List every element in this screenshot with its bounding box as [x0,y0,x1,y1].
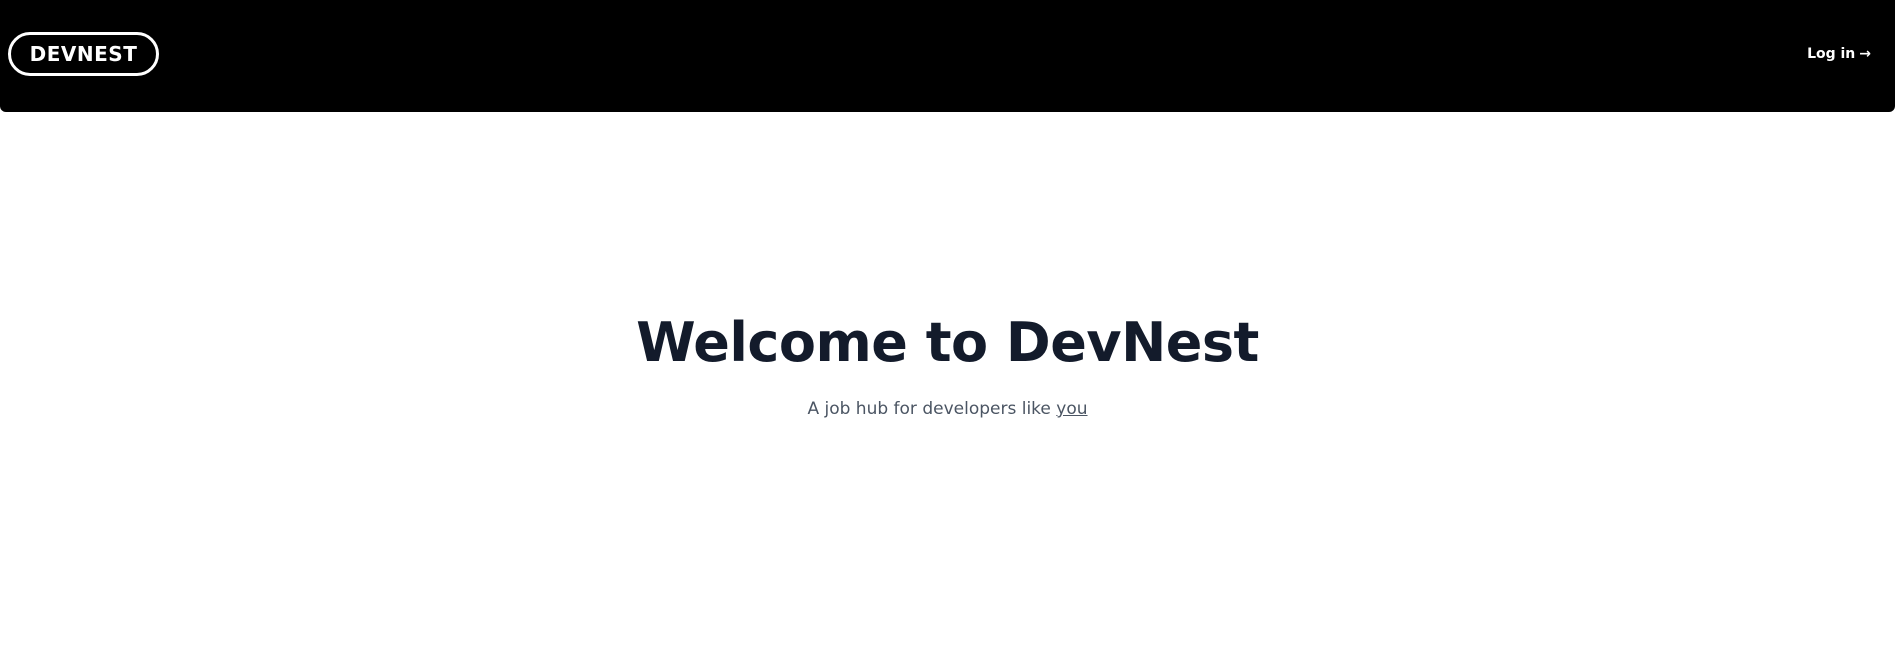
hero-subtitle-text: A job hub for developers like [807,399,1057,419]
hero-title: Welcome to DevNest [636,311,1259,374]
login-link[interactable]: Log in → [1807,46,1871,62]
top-navbar: DEVNEST Log in → [0,0,1895,112]
hero-subtitle: A job hub for developers like you [0,397,1895,421]
hero-subtitle-you: you [1056,399,1088,419]
logo-text: DEVNEST [29,42,138,66]
arrow-right-icon: → [1859,46,1871,62]
hero-section: Welcome to DevNest A job hub for develop… [0,307,1895,421]
login-label: Log in [1807,46,1856,62]
devnest-logo[interactable]: DEVNEST [8,32,159,76]
